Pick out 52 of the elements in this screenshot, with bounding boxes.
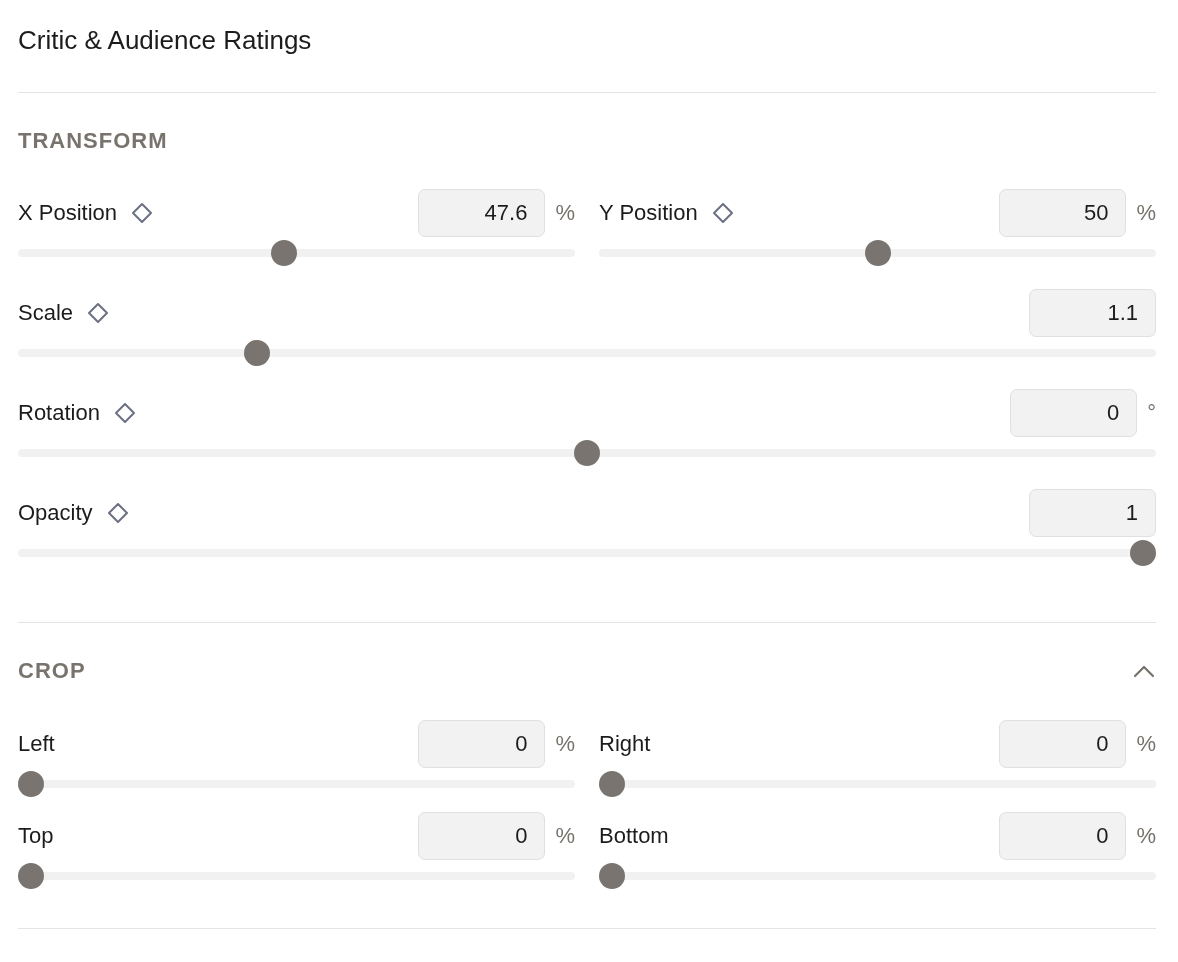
field-label: Y Position [599,199,698,227]
slider-thumb[interactable] [599,863,625,889]
field-label: Rotation [18,399,100,427]
slider-track[interactable] [599,863,1156,889]
section-heading: TRANSFORM [18,127,168,155]
field-label: Top [18,822,54,850]
slider-track[interactable] [18,771,575,797]
unit-label: % [1136,730,1156,758]
diamond-icon[interactable] [87,302,110,324]
value-field[interactable]: 47.6 [418,189,546,237]
slider-track[interactable] [599,771,1156,797]
slider-thumb[interactable] [1130,540,1156,566]
chevron-up-icon[interactable] [1133,664,1155,678]
slider-track[interactable] [18,340,1156,366]
value-field[interactable]: 0 [999,812,1127,860]
unit-label: % [1136,822,1156,850]
section-heading: CROP [18,657,86,685]
value-field[interactable]: 50 [999,189,1127,237]
value-field[interactable]: 1 [1029,489,1156,537]
value-field[interactable]: 0 [418,720,546,768]
slider-thumb[interactable] [243,340,270,366]
value-field[interactable]: 0 [418,812,546,860]
slider-thumb[interactable] [18,863,44,889]
field-label: Left [18,730,55,758]
unit-label: % [555,199,575,227]
value-field[interactable]: 1.1 [1029,289,1156,337]
slider-track[interactable] [18,540,1156,566]
slider-thumb[interactable] [574,440,600,466]
diamond-icon[interactable] [106,502,129,524]
panel-title: Critic & Audience Ratings [18,24,312,56]
slider-track[interactable] [18,440,1156,466]
slider-thumb[interactable] [599,771,625,797]
value-field[interactable]: 0 [999,720,1127,768]
slider-thumb[interactable] [270,240,297,266]
field-label: Opacity [18,499,93,527]
field-label: X Position [18,199,118,227]
unit-label: % [555,822,575,850]
slider-track[interactable] [599,240,1156,266]
field-label: Bottom [599,822,669,850]
slider-thumb[interactable] [18,771,44,797]
unit-label: ° [1147,399,1156,427]
field-label: Scale [18,299,74,327]
diamond-icon[interactable] [711,202,734,224]
slider-track[interactable] [18,240,575,266]
diamond-icon[interactable] [113,402,136,424]
unit-label: % [1136,199,1156,227]
slider-track[interactable] [18,863,575,889]
diamond-icon[interactable] [131,202,154,224]
unit-label: % [555,730,575,758]
value-field[interactable]: 0 [1010,389,1138,437]
field-label: Right [599,730,651,758]
slider-thumb[interactable] [864,240,891,266]
